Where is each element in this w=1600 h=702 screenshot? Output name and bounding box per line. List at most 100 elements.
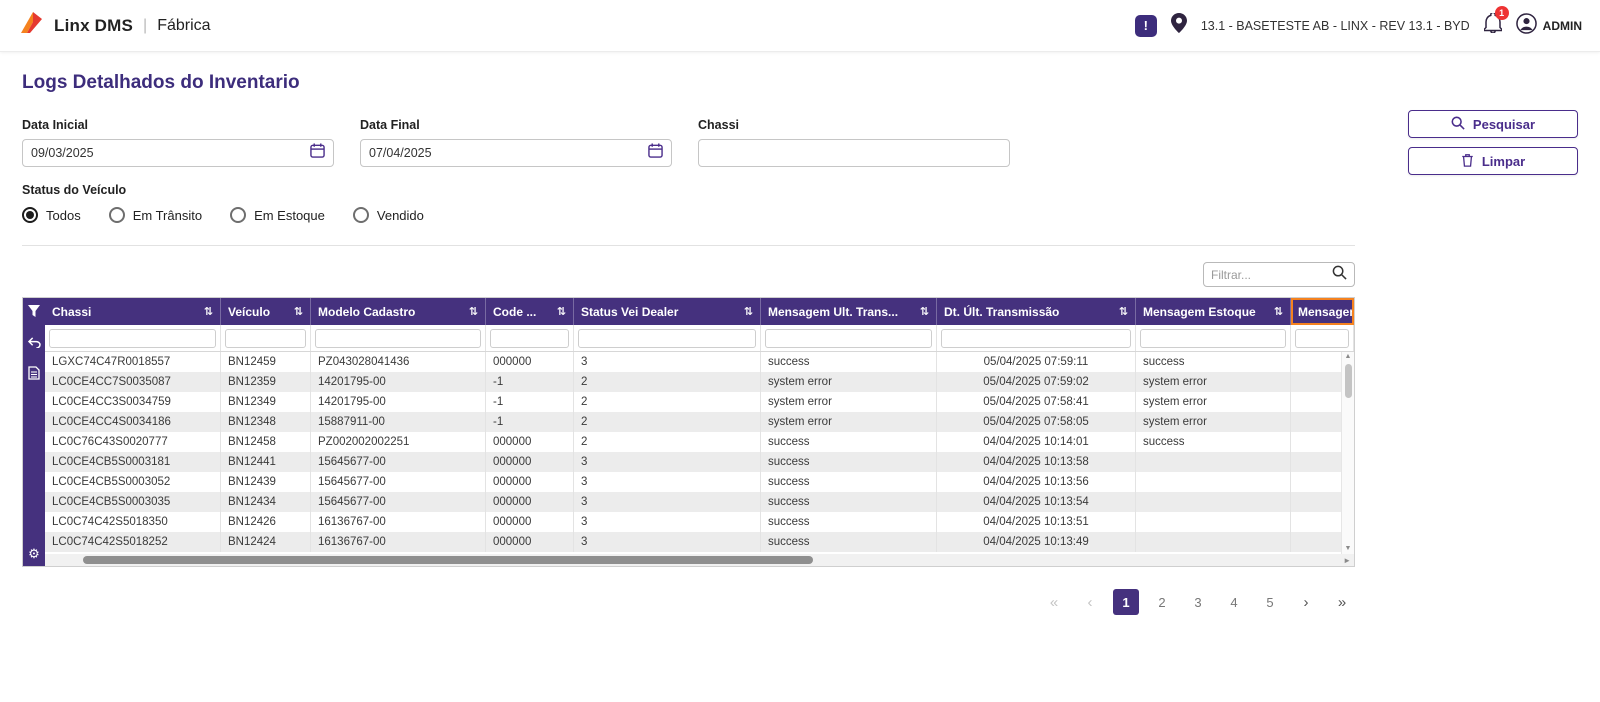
cell-mensagem-ult-trans: success [761,432,937,452]
column-filter-mensagem-ult-trans[interactable] [765,328,932,348]
cell-modelo-cadastro: 15645677-00 [311,472,486,492]
table-row[interactable]: LC0C74C42S5018350 BN12426 16136767-00 00000… [45,512,1354,532]
sort-icon[interactable]: ⇅ [744,305,753,318]
table-row[interactable]: LGXC74C47R0018557 BN12459 PZ043028041436 00… [45,352,1354,372]
scroll-down-icon[interactable]: ▼ [1345,544,1352,554]
column-filter-chassi[interactable] [49,328,216,348]
table-row[interactable]: LC0CE4CB5S0003052 BN12439 15645677-00 00000… [45,472,1354,492]
chassi-input[interactable] [707,146,1001,160]
horizontal-scrollbar[interactable]: ► [45,554,1354,566]
vertical-scrollbar[interactable]: ▲ ▼ [1341,352,1354,554]
sort-icon[interactable]: ⇅ [204,305,213,318]
table-row[interactable]: LC0CE4CC7S0035087 BN12359 14201795-00 -1 2 sy… [45,372,1354,392]
column-filter-status-vei-dealer[interactable] [578,328,756,348]
data-inicial-input[interactable] [31,146,310,160]
radio-option-vendido[interactable]: Vendido [352,207,424,223]
filter-funnel-icon[interactable] [28,304,40,322]
sort-icon[interactable]: ⇅ [1119,305,1128,318]
table-body: LGXC74C47R0018557 BN12459 PZ043028041436 00… [45,352,1354,554]
column-filter-dt-ult-transmissao[interactable] [941,328,1131,348]
sort-icon[interactable]: ⇅ [920,305,929,318]
page-button-1[interactable]: 1 [1113,589,1139,615]
cell-mensagem-estoque: success [1136,352,1291,372]
sort-icon[interactable]: ⇅ [294,305,303,318]
undo-arrow-icon[interactable] [27,335,41,353]
location-pin-icon[interactable] [1170,13,1187,38]
column-header-dt-ult-transmissao[interactable]: Dt. Últ. Transmissão ⇅ [937,298,1136,325]
radio-circle-icon [230,207,247,223]
column-filter-modelo-cadastro[interactable] [315,328,481,348]
radio-option-em-estoque[interactable]: Em Estoque [230,207,325,223]
table-row[interactable]: LC0CE4CB5S0003035 BN12434 15645677-00 00000… [45,492,1354,512]
cell-modelo-cadastro: 16136767-00 [311,512,486,532]
cell-status-vei-dealer: 3 [574,352,761,372]
limpar-button[interactable]: Limpar [1408,147,1578,175]
data-final-input[interactable] [369,146,648,160]
last-page-button[interactable]: » [1329,589,1355,615]
notifications-button[interactable]: 1 [1482,6,1509,38]
column-header-mensagem[interactable]: Mensagem [1291,298,1354,325]
column-filter-code[interactable] [490,328,569,348]
vertical-scrollbar-thumb[interactable] [1344,364,1352,398]
page-button-3[interactable]: 3 [1185,589,1211,615]
filter-cell-status-vei-dealer [574,325,761,351]
user-menu[interactable]: ADMIN [1515,12,1582,39]
radio-label: Em Estoque [254,207,325,223]
column-header-mensagem-estoque[interactable]: Mensagem Estoque ⇅ [1136,298,1291,325]
cell-mensagem-estoque: system error [1136,412,1291,432]
table-row[interactable]: LC0CE4CB5S0003181 BN12441 15645677-00 00000… [45,452,1354,472]
calendar-icon[interactable] [648,143,663,163]
filter-cell-chassi [45,325,221,351]
table-row[interactable]: LC0C74C42S5018252 BN12424 16136767-00 00000… [45,532,1354,552]
calendar-icon[interactable] [310,143,325,163]
gear-icon[interactable]: ⚙ [28,547,40,560]
cell-mensagem-estoque [1136,452,1291,472]
column-header-chassi[interactable]: Chassi ⇅ [45,298,221,325]
sort-icon[interactable]: ⇅ [557,305,566,318]
radio-option-em-transito[interactable]: Em Trânsito [108,207,202,223]
cell-dt-ult-transmissao: 05/04/2025 07:59:11 [937,352,1136,372]
pesquisar-label: Pesquisar [1472,116,1536,132]
quick-filter-input[interactable] [1211,267,1332,282]
cell-chassi: LC0C74C42S5018350 [45,512,221,532]
cell-chassi: LC0C74C42S5018252 [45,532,221,552]
next-page-button[interactable]: › [1293,589,1319,615]
sort-icon[interactable]: ⇅ [1274,305,1283,318]
column-header-mensagem-ult-trans[interactable]: Mensagem Ult. Trans... ⇅ [761,298,937,325]
scroll-up-icon[interactable]: ▲ [1345,352,1352,362]
pesquisar-button[interactable]: Pesquisar [1408,110,1578,138]
cell-mensagem-ult-trans: success [761,452,937,472]
page-button-4[interactable]: 4 [1221,589,1247,615]
column-filter-veiculo[interactable] [225,328,306,348]
radio-option-todos[interactable]: Todos [22,207,81,223]
table-row[interactable]: LC0CE4CC3S0034759 BN12349 14201795-00 -1 2 sy… [45,392,1354,412]
export-file-icon[interactable] [28,366,40,385]
column-filter-mensagem-estoque[interactable] [1140,328,1286,348]
cell-status-vei-dealer: 3 [574,532,761,552]
cell-code: 000000 [486,532,574,552]
horizontal-scrollbar-thumb[interactable] [83,556,813,564]
table-row[interactable]: LC0CE4CC4S0034186 BN12348 15887911-00 -1 2 sy… [45,412,1354,432]
column-header-modelo-cadastro[interactable]: Modelo Cadastro ⇅ [311,298,486,325]
page-button-5[interactable]: 5 [1257,589,1283,615]
cell-modelo-cadastro: 14201795-00 [311,392,486,412]
column-label: Mensagem Ult. Trans... [768,304,899,319]
column-header-status-vei-dealer[interactable]: Status Vei Dealer ⇅ [574,298,761,325]
cell-status-vei-dealer: 2 [574,432,761,452]
page-button-2[interactable]: 2 [1149,589,1175,615]
first-page-button[interactable]: « [1041,589,1067,615]
cell-mensagem-estoque [1136,472,1291,492]
table-row[interactable]: LC0C76C43S0020777 BN12458 PZ002002002251 00… [45,432,1354,452]
scroll-right-icon[interactable]: ► [1343,556,1351,565]
cell-status-vei-dealer: 3 [574,492,761,512]
cell-veiculo: BN12441 [221,452,311,472]
filter-cell-mensagem-estoque [1136,325,1291,351]
column-header-code[interactable]: Code ... ⇅ [486,298,574,325]
column-header-veiculo[interactable]: Veículo ⇅ [221,298,311,325]
cell-chassi: LC0CE4CC3S0034759 [45,392,221,412]
sort-icon[interactable]: ⇅ [469,305,478,318]
prev-page-button[interactable]: ‹ [1077,589,1103,615]
feedback-icon[interactable]: ! [1134,14,1157,37]
cell-veiculo: BN12348 [221,412,311,432]
column-filter-mensagem[interactable] [1295,328,1349,348]
